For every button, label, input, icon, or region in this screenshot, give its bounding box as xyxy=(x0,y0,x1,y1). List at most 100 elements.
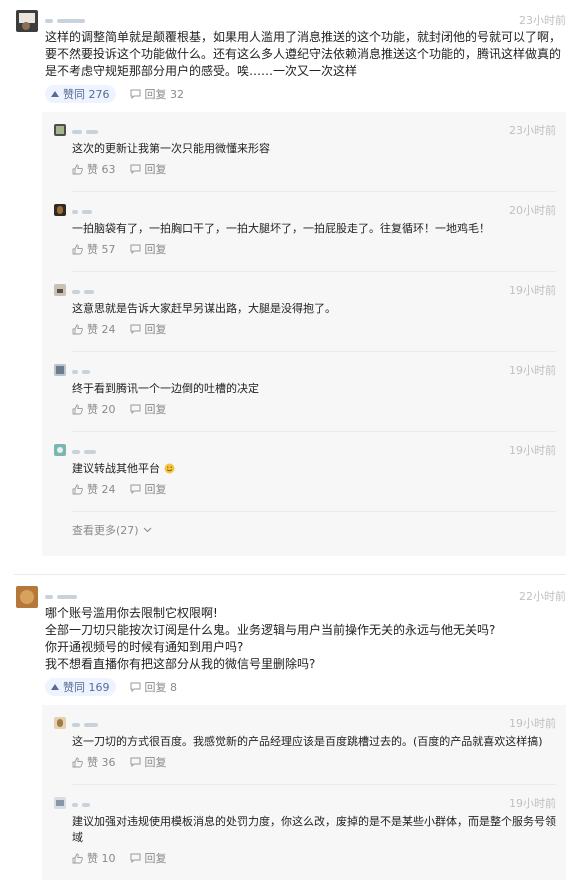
comment-text: 哪个账号滥用你去限制它权限啊! 全部一刀切只能按次订阅是什么鬼。业务逻辑与用户当… xyxy=(45,605,566,673)
reply-label: 回复 xyxy=(144,403,167,416)
avatar[interactable] xyxy=(54,284,66,296)
speech-bubble-icon xyxy=(130,164,140,174)
reply-button[interactable]: 回复 xyxy=(130,401,167,417)
like-count: 赞 36 xyxy=(87,756,116,769)
speech-bubble-icon xyxy=(130,484,140,494)
reply-time: 19小时前 xyxy=(509,717,556,730)
comment-time: 22小时前 xyxy=(519,590,566,603)
comment-time: 23小时前 xyxy=(519,14,566,27)
like-button[interactable]: 赞 57 xyxy=(72,241,116,257)
comment-line: 全部一刀切只能按次订阅是什么鬼。业务逻辑与用户当前操作无关的永远与他无关吗? xyxy=(45,623,496,637)
reply-time: 23小时前 xyxy=(509,124,556,137)
thumb-up-icon xyxy=(72,484,83,494)
reply-text: 这次的更新让我第一次只能用微懂来形容 xyxy=(72,142,270,155)
like-button[interactable]: 赞 10 xyxy=(72,850,116,866)
username[interactable] xyxy=(72,797,118,807)
like-count: 赞 57 xyxy=(87,243,116,256)
username[interactable] xyxy=(72,444,118,454)
like-count: 赞 20 xyxy=(87,403,116,416)
reply-text: 这意思就是告诉大家赶早另谋出路，大腿是没得抱了。 xyxy=(72,302,336,315)
reply-time: 20小时前 xyxy=(509,204,556,217)
like-count: 赞 63 xyxy=(87,163,116,176)
speech-bubble-icon xyxy=(130,682,140,692)
reply-count: 回复 8 xyxy=(144,681,178,694)
reply-button[interactable]: 回复 32 xyxy=(130,86,184,102)
reply-item: 23小时前 这次的更新让我第一次只能用微懂来形容 赞 63 回复 xyxy=(54,112,566,192)
like-button[interactable]: 赞 63 xyxy=(72,161,116,177)
avatar[interactable] xyxy=(54,717,66,729)
reply-button[interactable]: 回复 xyxy=(130,161,167,177)
reply-time: 19小时前 xyxy=(509,444,556,457)
username[interactable] xyxy=(72,124,118,134)
avatar[interactable] xyxy=(54,364,66,376)
like-count: 赞 24 xyxy=(87,483,116,496)
speech-bubble-icon xyxy=(130,853,140,863)
username[interactable] xyxy=(72,284,118,294)
reply-button[interactable]: 回复 xyxy=(130,481,167,497)
like-count: 赞 10 xyxy=(87,852,116,865)
reply-list: 23小时前 这次的更新让我第一次只能用微懂来形容 赞 63 回复 20小时前 一… xyxy=(42,112,566,556)
avatar[interactable] xyxy=(54,124,66,136)
reply-label: 回复 xyxy=(144,243,167,256)
reply-button[interactable]: 回复 xyxy=(130,241,167,257)
comment: 23小时前 这样的调整简单就是颠覆根基，如果用人滥用了消息推送的这个功能，就封闭… xyxy=(0,0,580,556)
username[interactable] xyxy=(45,589,91,599)
upvote-button[interactable]: 赞同 169 xyxy=(45,678,116,696)
smile-emoji-icon xyxy=(164,463,174,474)
upvote-count: 赞同 169 xyxy=(63,681,110,694)
username[interactable] xyxy=(72,204,118,214)
reply-time: 19小时前 xyxy=(509,364,556,377)
triangle-up-icon xyxy=(51,91,59,97)
speech-bubble-icon xyxy=(130,244,140,254)
avatar[interactable] xyxy=(16,10,38,32)
speech-bubble-icon xyxy=(130,89,140,99)
username[interactable] xyxy=(45,13,91,23)
reply-item: 19小时前 这意思就是告诉大家赶早另谋出路，大腿是没得抱了。 赞 24 回复 xyxy=(54,272,566,352)
thumb-up-icon xyxy=(72,757,83,767)
avatar[interactable] xyxy=(54,797,66,809)
reply-item: 19小时前 建议加强对违规使用模板消息的处罚力度，你这么改，废掉的是不是某些小群… xyxy=(54,785,566,880)
speech-bubble-icon xyxy=(130,324,140,334)
reply-label: 回复 xyxy=(144,323,167,336)
reply-button[interactable]: 回复 xyxy=(130,321,167,337)
avatar[interactable] xyxy=(54,204,66,216)
reply-button[interactable]: 回复 8 xyxy=(130,679,178,695)
reply-label: 回复 xyxy=(144,483,167,496)
show-more-replies-button[interactable]: 查看更多(27) xyxy=(72,512,152,556)
comment-line: 我不想看直播你有把这部分从我的微信号里删除吗? xyxy=(45,657,316,671)
thumb-up-icon xyxy=(72,164,83,174)
reply-button[interactable]: 回复 xyxy=(130,850,167,866)
reply-label: 回复 xyxy=(144,756,167,769)
speech-bubble-icon xyxy=(130,404,140,414)
reply-list: 19小时前 这一刀切的方式很百度。我感觉新的产品经理应该是百度跳槽过去的。(百度… xyxy=(42,705,566,880)
triangle-up-icon xyxy=(51,684,59,690)
avatar[interactable] xyxy=(54,444,66,456)
upvote-button[interactable]: 赞同 276 xyxy=(45,85,116,103)
thumb-up-icon xyxy=(72,324,83,334)
thumb-up-icon xyxy=(72,404,83,414)
username[interactable] xyxy=(72,364,118,374)
comment-text: 这样的调整简单就是颠覆根基，如果用人滥用了消息推送的这个功能，就封闭他的号就可以… xyxy=(45,30,562,78)
reply-text: 建议转战其他平台 xyxy=(72,461,556,477)
username[interactable] xyxy=(72,717,118,727)
like-button[interactable]: 赞 36 xyxy=(72,754,116,770)
chevron-down-icon xyxy=(143,527,151,533)
reply-time: 19小时前 xyxy=(509,797,556,810)
reply-item: 19小时前 终于看到腾讯一个一边倒的吐槽的决定 赞 20 回复 xyxy=(54,352,566,432)
comment-line: 哪个账号滥用你去限制它权限啊! xyxy=(45,606,218,620)
reply-text: 建议加强对违规使用模板消息的处罚力度，你这么改，废掉的是不是某些小群体，而是整个… xyxy=(72,815,556,844)
thumb-up-icon xyxy=(72,244,83,254)
speech-bubble-icon xyxy=(130,757,140,767)
reply-text: 终于看到腾讯一个一边倒的吐槽的决定 xyxy=(72,382,259,395)
reply-text-content: 建议转战其他平台 xyxy=(72,462,160,475)
like-button[interactable]: 赞 20 xyxy=(72,401,116,417)
reply-item: 19小时前 建议转战其他平台 赞 24 回复 xyxy=(54,432,566,512)
reply-label: 回复 xyxy=(144,163,167,176)
avatar[interactable] xyxy=(16,586,38,608)
upvote-count: 赞同 276 xyxy=(63,88,110,101)
like-count: 赞 24 xyxy=(87,323,116,336)
comment: 22小时前 哪个账号滥用你去限制它权限啊! 全部一刀切只能按次订阅是什么鬼。业务… xyxy=(0,575,580,880)
like-button[interactable]: 赞 24 xyxy=(72,321,116,337)
reply-button[interactable]: 回复 xyxy=(130,754,167,770)
like-button[interactable]: 赞 24 xyxy=(72,481,116,497)
